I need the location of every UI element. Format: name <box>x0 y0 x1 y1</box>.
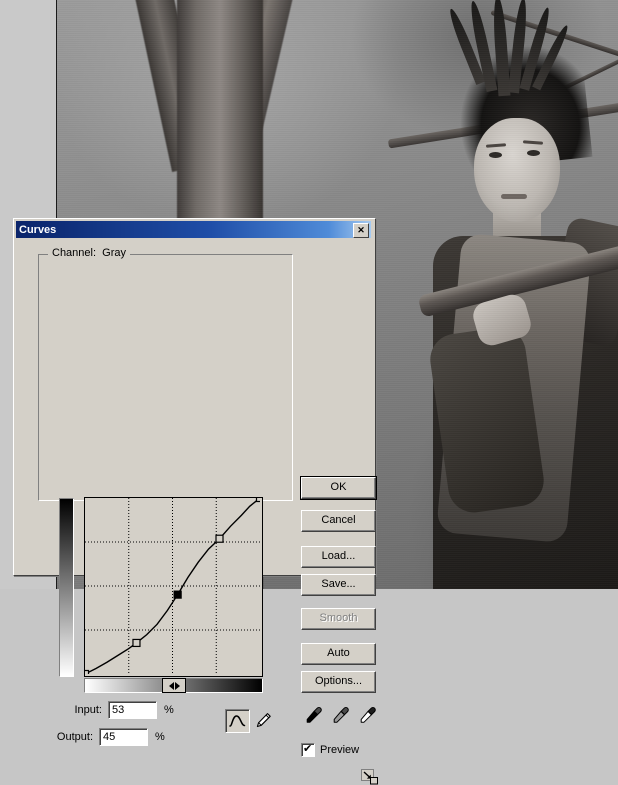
ok-button[interactable]: OK <box>300 476 377 500</box>
options-button[interactable]: Options... <box>301 671 376 693</box>
eyedropper-black-icon[interactable] <box>305 706 323 724</box>
channel-label: Channel: Gray <box>48 247 130 259</box>
output-row: Output: 45 % <box>45 728 165 746</box>
expand-icon[interactable] <box>361 769 379 785</box>
dialog-titlebar[interactable]: Curves ✕ <box>16 221 371 238</box>
load-button[interactable]: Load... <box>301 546 376 568</box>
arrow-left-icon <box>168 681 174 690</box>
curve-point[interactable] <box>132 638 141 648</box>
curve-graph[interactable] <box>85 498 260 674</box>
save-button[interactable]: Save... <box>301 574 376 596</box>
curves-dialog[interactable]: Curves ✕ Channel: Gray Input: 53 % Outpu… <box>13 218 378 785</box>
eyedropper-group[interactable] <box>305 706 377 726</box>
gradient-direction-toggle[interactable] <box>162 678 186 693</box>
output-label: Output: <box>56 731 93 743</box>
channel-groupbox <box>38 254 293 501</box>
curve-graph-frame[interactable] <box>84 497 263 677</box>
curve-point[interactable] <box>215 534 224 543</box>
output-gradient-bar <box>59 498 74 677</box>
eyedropper-gray-icon[interactable] <box>332 706 350 724</box>
cancel-button[interactable]: Cancel <box>301 510 376 532</box>
input-label: Input: <box>74 704 102 716</box>
curve-icon <box>229 715 246 727</box>
output-field[interactable]: 45 <box>99 728 148 746</box>
checkmark-icon: ✔ <box>303 743 313 755</box>
channel-groupbox-inner-border <box>38 254 293 501</box>
curve-point[interactable] <box>85 669 90 675</box>
curve-point-selected[interactable] <box>173 590 182 599</box>
preview-label: Preview <box>320 744 360 756</box>
curve-tool-button[interactable] <box>225 709 250 733</box>
close-icon[interactable]: ✕ <box>353 223 369 238</box>
graph-gridlines <box>85 498 260 674</box>
pencil-tool-button[interactable] <box>252 709 274 731</box>
preview-checkbox[interactable]: ✔ <box>301 743 315 757</box>
input-row: Input: 53 % <box>54 701 174 719</box>
preview-row[interactable]: ✔ Preview <box>301 743 359 757</box>
input-unit: % <box>164 704 174 716</box>
output-unit: % <box>155 731 165 743</box>
dialog-title: Curves <box>19 223 57 236</box>
smooth-button: Smooth <box>301 608 376 630</box>
auto-button[interactable]: Auto <box>301 643 376 665</box>
pencil-icon <box>256 712 271 727</box>
arrow-right-icon <box>174 681 180 690</box>
curve-point[interactable] <box>255 498 261 503</box>
eyedropper-white-icon[interactable] <box>359 706 377 724</box>
input-field[interactable]: 53 <box>108 701 157 719</box>
